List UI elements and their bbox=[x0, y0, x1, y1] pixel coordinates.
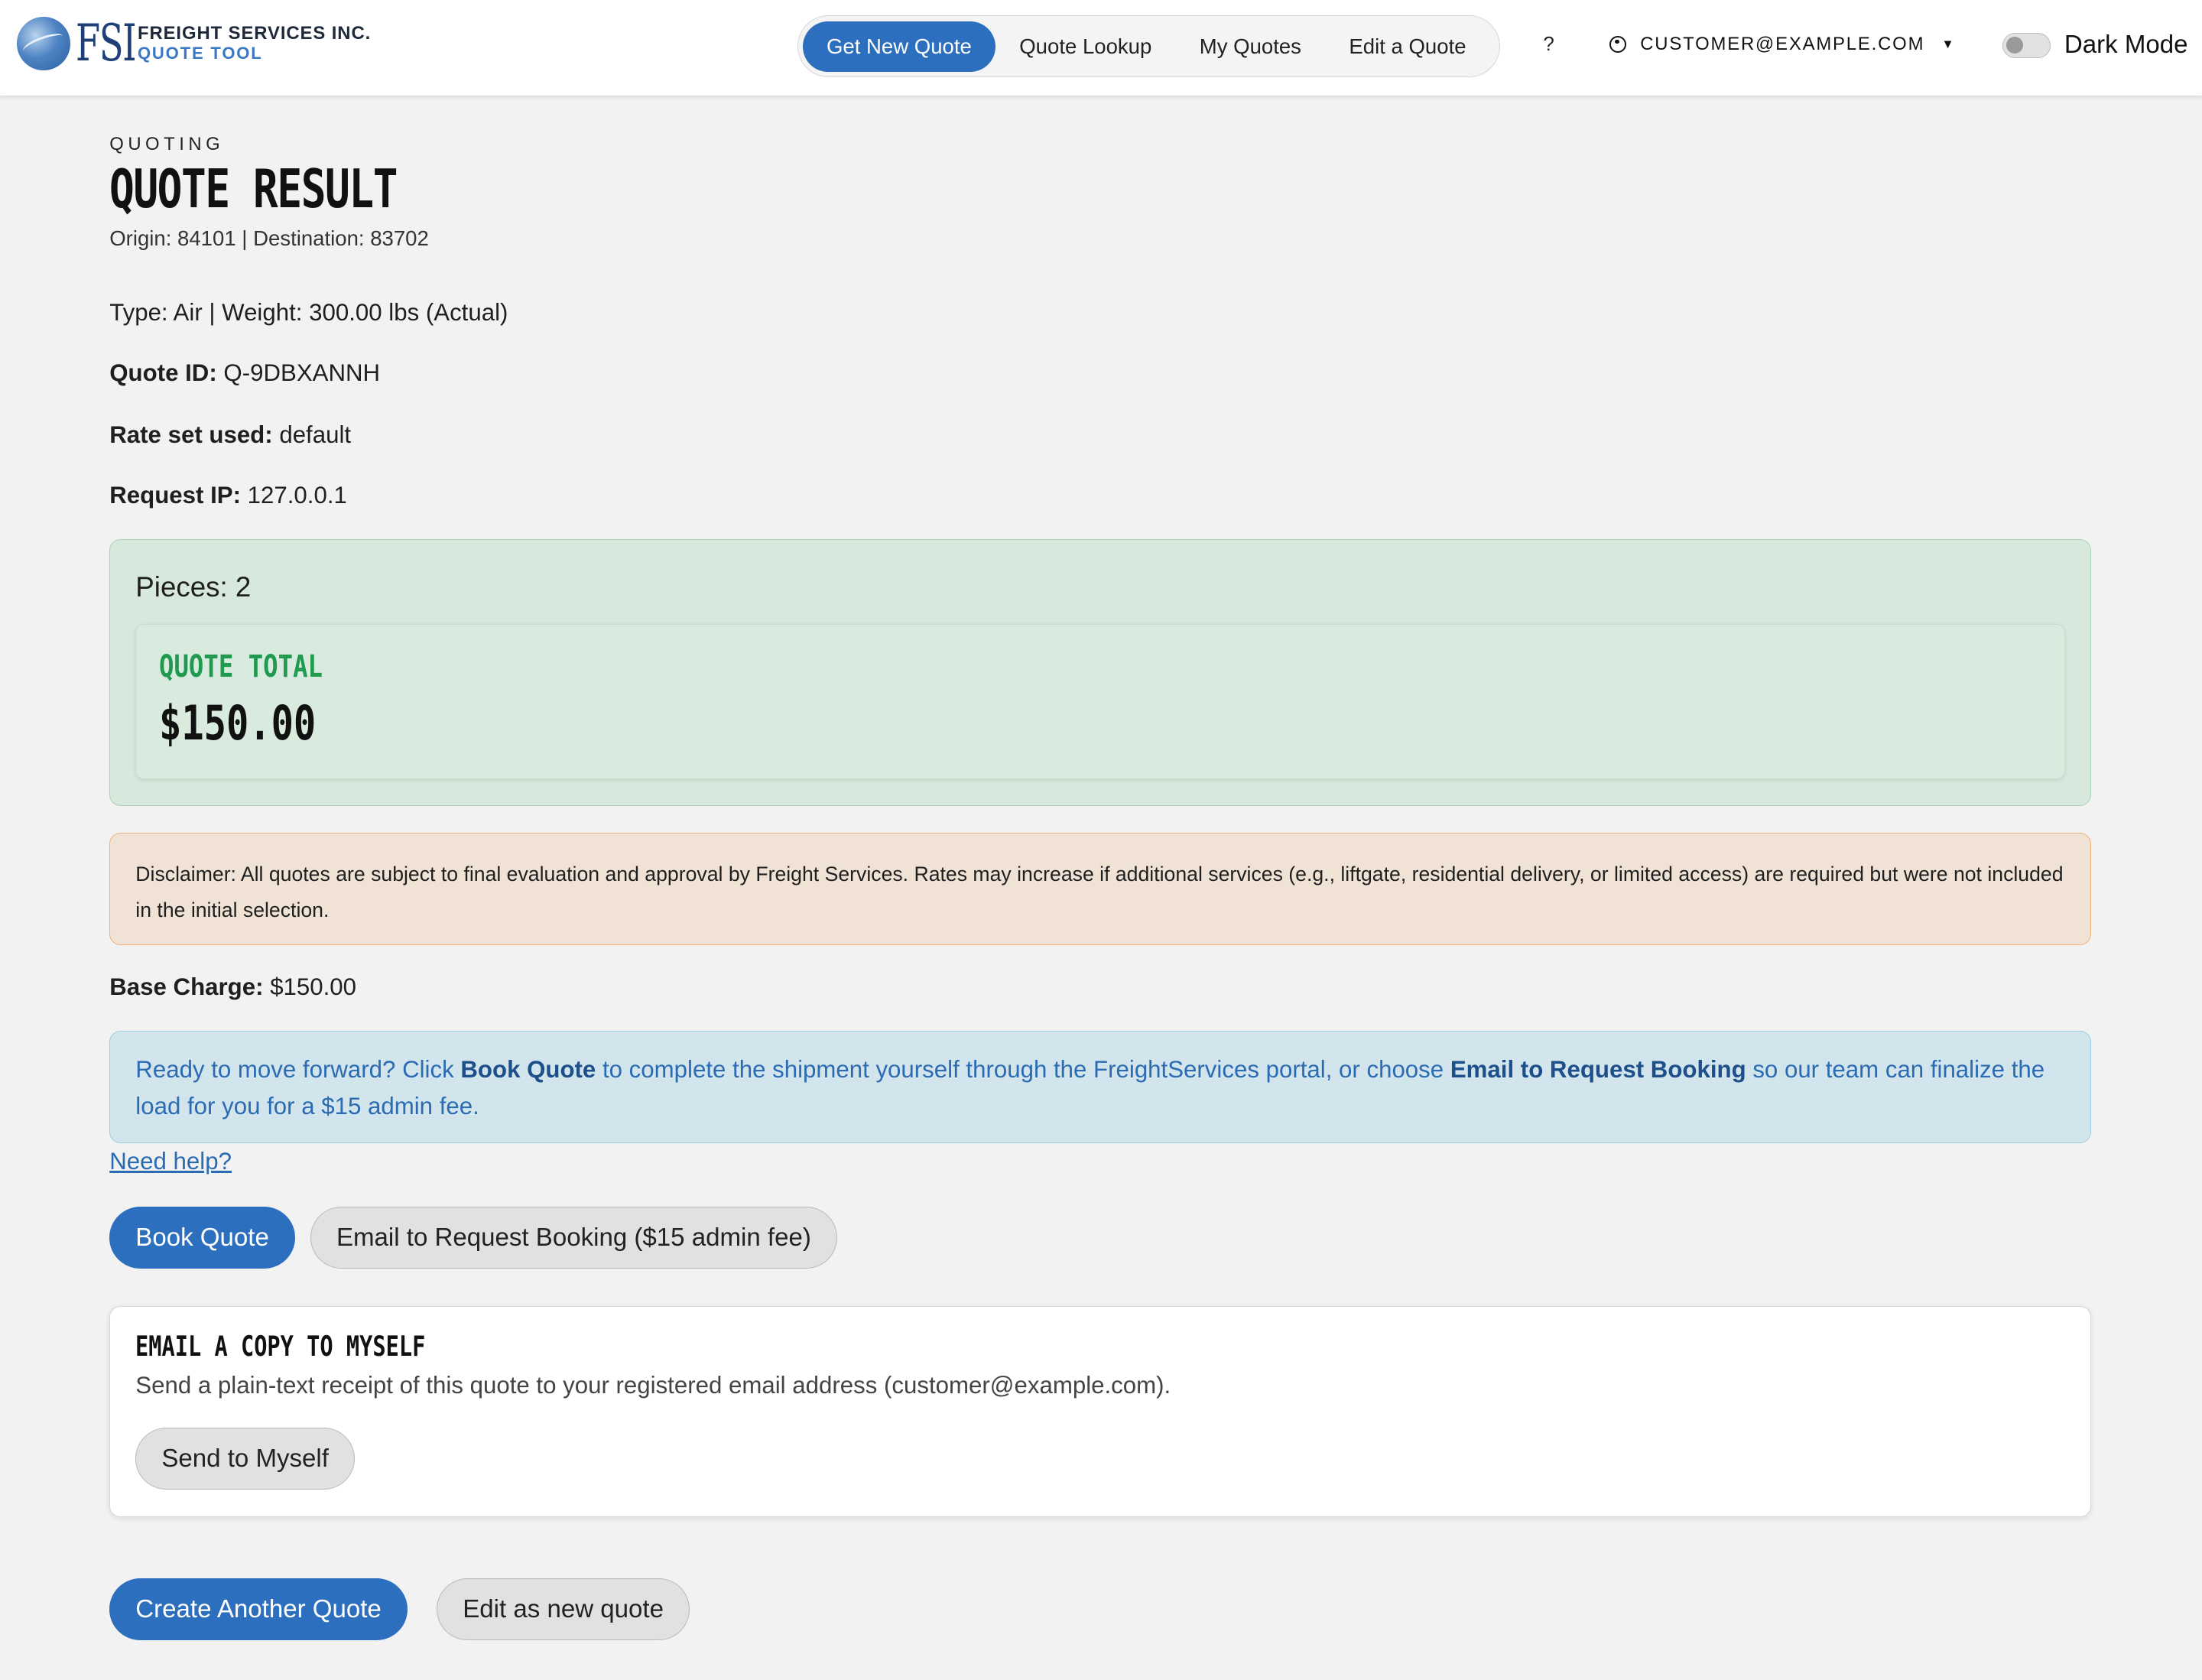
send-to-myself-button[interactable]: Send to Myself bbox=[135, 1428, 355, 1490]
create-another-quote-button[interactable]: Create Another Quote bbox=[109, 1578, 408, 1641]
top-navigation-bar: FSI FREIGHT SERVICES INC. QUOTE TOOL Get… bbox=[0, 0, 2202, 96]
user-email: CUSTOMER@EXAMPLE.COM bbox=[1640, 34, 1925, 55]
quote-total-card: QUOTE TOTAL $150.00 bbox=[135, 624, 2065, 779]
pieces-count: Pieces: 2 bbox=[135, 570, 252, 603]
tab-quote-lookup[interactable]: Quote Lookup bbox=[995, 21, 1176, 72]
quote-total-label: QUOTE TOTAL bbox=[158, 647, 323, 684]
email-copy-heading: EMAIL A COPY TO MYSELF bbox=[135, 1329, 426, 1363]
type-weight-line: Type: Air | Weight: 300.00 lbs (Actual) bbox=[109, 299, 508, 327]
tab-edit-a-quote[interactable]: Edit a Quote bbox=[1325, 21, 1490, 72]
user-menu[interactable]: CUSTOMER@EXAMPLE.COM ▼ bbox=[1609, 34, 1956, 55]
booking-note-part1: Ready to move forward? Click bbox=[135, 1055, 461, 1083]
main-nav-tabs: Get New Quote Quote Lookup My Quotes Edi… bbox=[797, 15, 1500, 78]
need-help-link[interactable]: Need help? bbox=[109, 1148, 232, 1175]
booking-note-part2: to complete the shipment yourself throug… bbox=[596, 1055, 1450, 1083]
rate-set-label: Rate set used: bbox=[109, 421, 273, 448]
book-quote-button[interactable]: Book Quote bbox=[109, 1206, 295, 1269]
base-charge-value: $150.00 bbox=[263, 973, 357, 1000]
logo-lettering: FSI bbox=[76, 14, 137, 73]
rate-set-line: Rate set used: default bbox=[109, 421, 351, 449]
quote-id-label: Quote ID: bbox=[109, 359, 217, 387]
email-request-booking-button[interactable]: Email to Request Booking ($15 admin fee) bbox=[310, 1206, 837, 1269]
help-button[interactable]: ? bbox=[1544, 34, 1554, 56]
tool-name: QUOTE TOOL bbox=[137, 43, 263, 63]
tab-get-new-quote[interactable]: Get New Quote bbox=[802, 21, 996, 72]
booking-note-book-quote: Book Quote bbox=[460, 1055, 596, 1083]
caret-down-icon: ▼ bbox=[1941, 37, 1956, 52]
user-circle-icon bbox=[1609, 36, 1626, 54]
company-logo[interactable]: FSI FREIGHT SERVICES INC. QUOTE TOOL bbox=[17, 17, 371, 70]
request-ip-value: 127.0.0.1 bbox=[240, 481, 347, 509]
email-copy-description: Send a plain-text receipt of this quote … bbox=[135, 1371, 1171, 1399]
email-copy-card: EMAIL A COPY TO MYSELF Send a plain-text… bbox=[109, 1306, 2091, 1517]
dark-mode-label: Dark Mode bbox=[2064, 31, 2188, 60]
globe-logo-icon bbox=[17, 17, 70, 70]
quote-id-value: Q-9DBXANNH bbox=[216, 359, 381, 387]
dark-mode-toggle[interactable] bbox=[2002, 32, 2051, 58]
route-summary: Origin: 84101 | Destination: 83702 bbox=[109, 226, 429, 250]
request-ip-label: Request IP: bbox=[109, 481, 241, 509]
quote-id-line: Quote ID: Q-9DBXANNH bbox=[109, 359, 380, 387]
booking-info-alert: Ready to move forward? Click Book Quote … bbox=[109, 1031, 2091, 1144]
toggle-knob bbox=[2006, 36, 2023, 54]
quote-total-value: $150.00 bbox=[158, 695, 316, 752]
request-ip-line: Request IP: 127.0.0.1 bbox=[109, 482, 347, 509]
edit-as-new-quote-button[interactable]: Edit as new quote bbox=[437, 1578, 690, 1641]
section-eyebrow: QUOTING bbox=[109, 134, 225, 155]
page-title: QUOTE RESULT bbox=[109, 158, 398, 220]
disclaimer-alert: Disclaimer: All quotes are subject to fi… bbox=[109, 833, 2091, 946]
base-charge-label: Base Charge: bbox=[109, 973, 264, 1000]
booking-note-email-request: Email to Request Booking bbox=[1450, 1055, 1746, 1083]
company-name: FREIGHT SERVICES INC. bbox=[137, 23, 372, 44]
page-header: QUOTING QUOTE RESULT Origin: 84101 | Des… bbox=[109, 133, 2091, 250]
tab-my-quotes[interactable]: My Quotes bbox=[1176, 21, 1326, 72]
rate-set-value: default bbox=[272, 421, 352, 448]
brand-text: FREIGHT SERVICES INC. QUOTE TOOL bbox=[138, 24, 371, 63]
base-charge-line: Base Charge: $150.00 bbox=[109, 973, 356, 1001]
quote-summary-panel: Pieces: 2 QUOTE TOTAL $150.00 bbox=[109, 539, 2091, 807]
dark-mode-control: Dark Mode bbox=[2002, 31, 2188, 60]
